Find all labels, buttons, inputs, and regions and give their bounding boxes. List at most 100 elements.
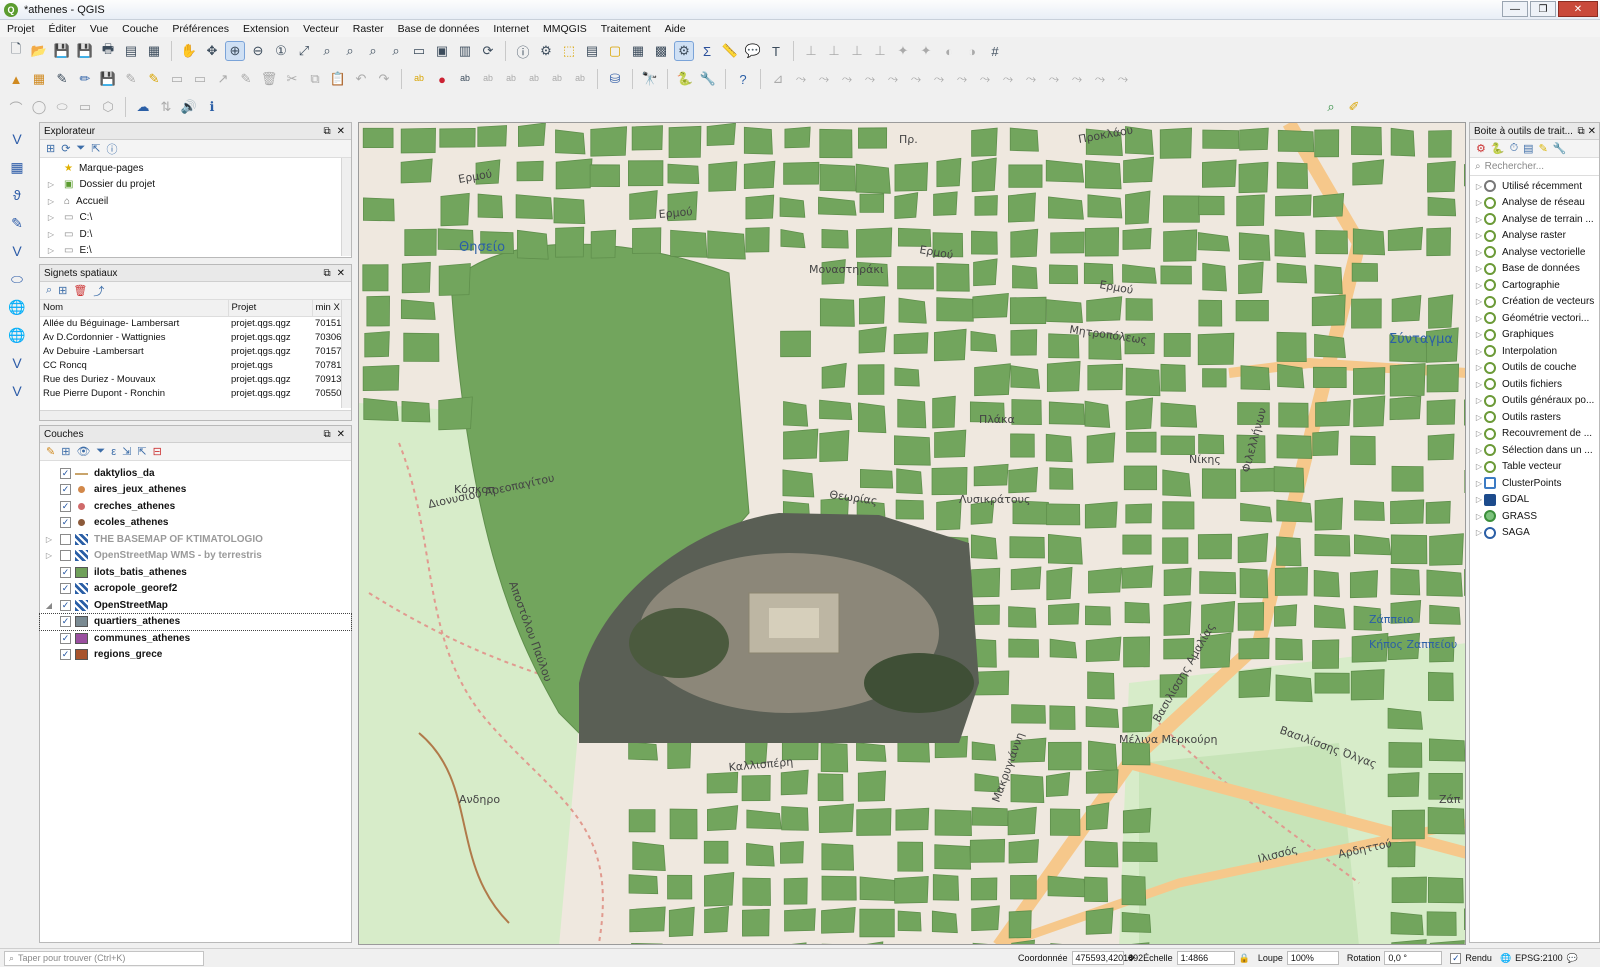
magnifier-field[interactable]: 100% [1286, 951, 1339, 965]
expand-arrow-icon[interactable]: ▷ [1474, 495, 1484, 504]
zoom-full-icon[interactable]: ⤢ [294, 41, 314, 61]
filter-icon[interactable]: ⏷ [76, 142, 85, 155]
actions-icon[interactable]: ⚙ [536, 41, 556, 61]
zoom-in-icon[interactable]: ⊕ [225, 41, 245, 61]
expand-arrow-icon[interactable]: ▷ [1474, 182, 1484, 191]
digitize-icon[interactable]: ✎ [121, 69, 141, 89]
identify-icon[interactable]: ⓘ [513, 41, 533, 61]
add-vector-layer-icon[interactable]: V [5, 128, 29, 150]
explorer-item[interactable]: ★ Marque-pages [46, 160, 351, 177]
expand-arrow-icon[interactable]: ▷ [1474, 231, 1484, 240]
advanced-digitize-icon[interactable]: ⤳ [1090, 69, 1110, 89]
zoom-layer-icon[interactable]: ⌕ [340, 41, 360, 61]
menu-couche[interactable]: Couche [115, 23, 165, 35]
new-layer-icon[interactable]: V [5, 380, 29, 402]
text-annotation-icon[interactable]: T [766, 41, 786, 61]
label-icon[interactable]: ᵃᵇ [524, 69, 544, 89]
results-icon[interactable]: ▤ [1523, 142, 1533, 155]
expand-arrow-icon[interactable]: ▷ [1474, 512, 1484, 521]
toolbox-group[interactable]: ▷ Interpolation [1474, 343, 1599, 360]
layer-visibility-checkbox[interactable]: ✓ [60, 632, 71, 644]
add-raster-layer-icon[interactable]: ▦ [5, 156, 29, 178]
toolbox-group[interactable]: ▷ SAGA [1474, 525, 1599, 542]
expand-arrow-icon[interactable]: ▷ [1474, 429, 1484, 438]
layer-item[interactable]: ✓ creches_athenes [40, 498, 351, 515]
maximize-button[interactable]: ❐ [1530, 1, 1556, 17]
lock-scale-icon[interactable]: 🔒 [1239, 953, 1250, 964]
models-icon[interactable]: ⚙ [1476, 142, 1486, 155]
python-icon[interactable]: 🐍 [675, 69, 695, 89]
open-project-icon[interactable]: 📂 [29, 41, 49, 61]
menu-traitement[interactable]: Traitement [594, 23, 658, 35]
toolbox-group[interactable]: ▷ Recouvrement de ... [1474, 426, 1599, 443]
toolbox-search-input[interactable]: Rechercher... [1485, 161, 1544, 172]
processing-toolbox-icon[interactable]: ⚙ [674, 41, 694, 61]
expand-arrow-icon[interactable]: ▷ [1474, 215, 1484, 224]
digitize-icon[interactable]: ⊥ [824, 41, 844, 61]
toggle-editing-icon[interactable]: ✏ [75, 69, 95, 89]
new-bookmark-icon[interactable]: ⊞ [58, 284, 67, 297]
layer-visibility-checkbox[interactable]: ✓ [60, 517, 71, 529]
layer-item[interactable]: ▷ THE BASEMAP OF KTIMATOLOGIO [40, 531, 351, 548]
zoom-native-icon[interactable]: ① [271, 41, 291, 61]
toolbox-group[interactable]: ▷ Utilisé récemment [1474, 178, 1599, 195]
zoom-last-icon[interactable]: ⌕ [363, 41, 383, 61]
advanced-digitize-icon[interactable]: ⤳ [929, 69, 949, 89]
label-icon[interactable]: ᵃᵇ [547, 69, 567, 89]
explorer-item[interactable]: ▷ ▣ Dossier du projet [46, 177, 351, 194]
expand-arrow-icon[interactable]: ▷ [1474, 446, 1484, 455]
explorer-item[interactable]: ▷ ▭ C:\ [46, 210, 351, 227]
options-icon[interactable]: 🔧 [1553, 142, 1567, 155]
digitize-icon[interactable]: ◑ [962, 41, 982, 61]
filter-legend-icon[interactable]: ⏷ [96, 445, 105, 458]
magnifier-plugin-icon[interactable]: ⌕ [1321, 97, 1341, 117]
layer-item[interactable]: ✓ acropole_georef2 [40, 581, 351, 598]
statistics-icon[interactable]: Σ [697, 41, 717, 61]
cut-icon[interactable]: ✂ [282, 69, 302, 89]
expand-arrow-icon[interactable]: ▷ [1474, 413, 1484, 422]
attribute-table-icon[interactable]: ▦ [628, 41, 648, 61]
deselect-icon[interactable]: ▢ [605, 41, 625, 61]
field-calculator-icon[interactable]: ▩ [651, 41, 671, 61]
menu-vue[interactable]: Vue [83, 23, 115, 35]
menu-editer[interactable]: Éditer [41, 23, 82, 35]
new-map-view-icon[interactable]: ▭ [409, 41, 429, 61]
collapse-all-icon[interactable]: ⇱ [137, 445, 146, 458]
digitize-icon[interactable]: ✎ [236, 69, 256, 89]
manage-visibility-icon[interactable]: 👁 [76, 445, 90, 458]
layer-item[interactable]: ✓ quartiers_athenes [39, 612, 352, 631]
rotation-field[interactable]: 0,0 ° [1384, 951, 1443, 965]
coordinate-field[interactable]: 475593,4201892 [1071, 951, 1143, 965]
menu-vecteur[interactable]: Vecteur [296, 23, 346, 35]
toolbox-group[interactable]: ▷ Sélection dans un ... [1474, 442, 1599, 459]
pan-to-selection-icon[interactable]: ✥ [202, 41, 222, 61]
digitize-icon[interactable]: ✎ [144, 69, 164, 89]
expand-arrow-icon[interactable]: ▷ [44, 551, 54, 560]
menu-aide[interactable]: Aide [658, 23, 693, 35]
close-button[interactable]: ✕ [1558, 1, 1598, 17]
digitize-icon[interactable]: ▭ [167, 69, 187, 89]
expand-arrow-icon[interactable]: ▷ [1474, 198, 1484, 207]
save-as-icon[interactable]: 💾 [75, 41, 95, 61]
toolbox-group[interactable]: ▷ Outils de couche [1474, 360, 1599, 377]
zoom-out-icon[interactable]: ⊖ [248, 41, 268, 61]
digitize-icon[interactable]: ⊥ [801, 41, 821, 61]
toolbox-group[interactable]: ▷ Outils fichiers [1474, 376, 1599, 393]
expand-arrow-icon[interactable]: ▷ [1474, 330, 1484, 339]
menu-internet[interactable]: Internet [486, 23, 536, 35]
plugin-icon[interactable]: 🔧 [698, 69, 718, 89]
menu-projet[interactable]: Projet [0, 23, 41, 35]
undock-icon[interactable]: ⧉ [323, 429, 330, 440]
layer-item[interactable]: ▷ OpenStreetMap WMS - by terrestris [40, 548, 351, 565]
metasearch-icon[interactable]: 🔭 [640, 69, 660, 89]
save-project-icon[interactable]: 💾 [52, 41, 72, 61]
shape-digitize-icon[interactable]: ⌒ [6, 97, 26, 117]
add-wfs-icon[interactable]: V [5, 352, 29, 374]
layer-visibility-checkbox[interactable] [60, 550, 71, 562]
cloud-icon[interactable]: ☁ [133, 97, 153, 117]
toggle-extents-icon[interactable]: ✥ [1128, 953, 1136, 964]
label-icon[interactable]: ᵃᵇ [409, 69, 429, 89]
audio-icon[interactable]: 🔊 [179, 97, 199, 117]
advanced-digitize-icon[interactable]: ⤳ [998, 69, 1018, 89]
digitize-icon[interactable]: ✦ [916, 41, 936, 61]
